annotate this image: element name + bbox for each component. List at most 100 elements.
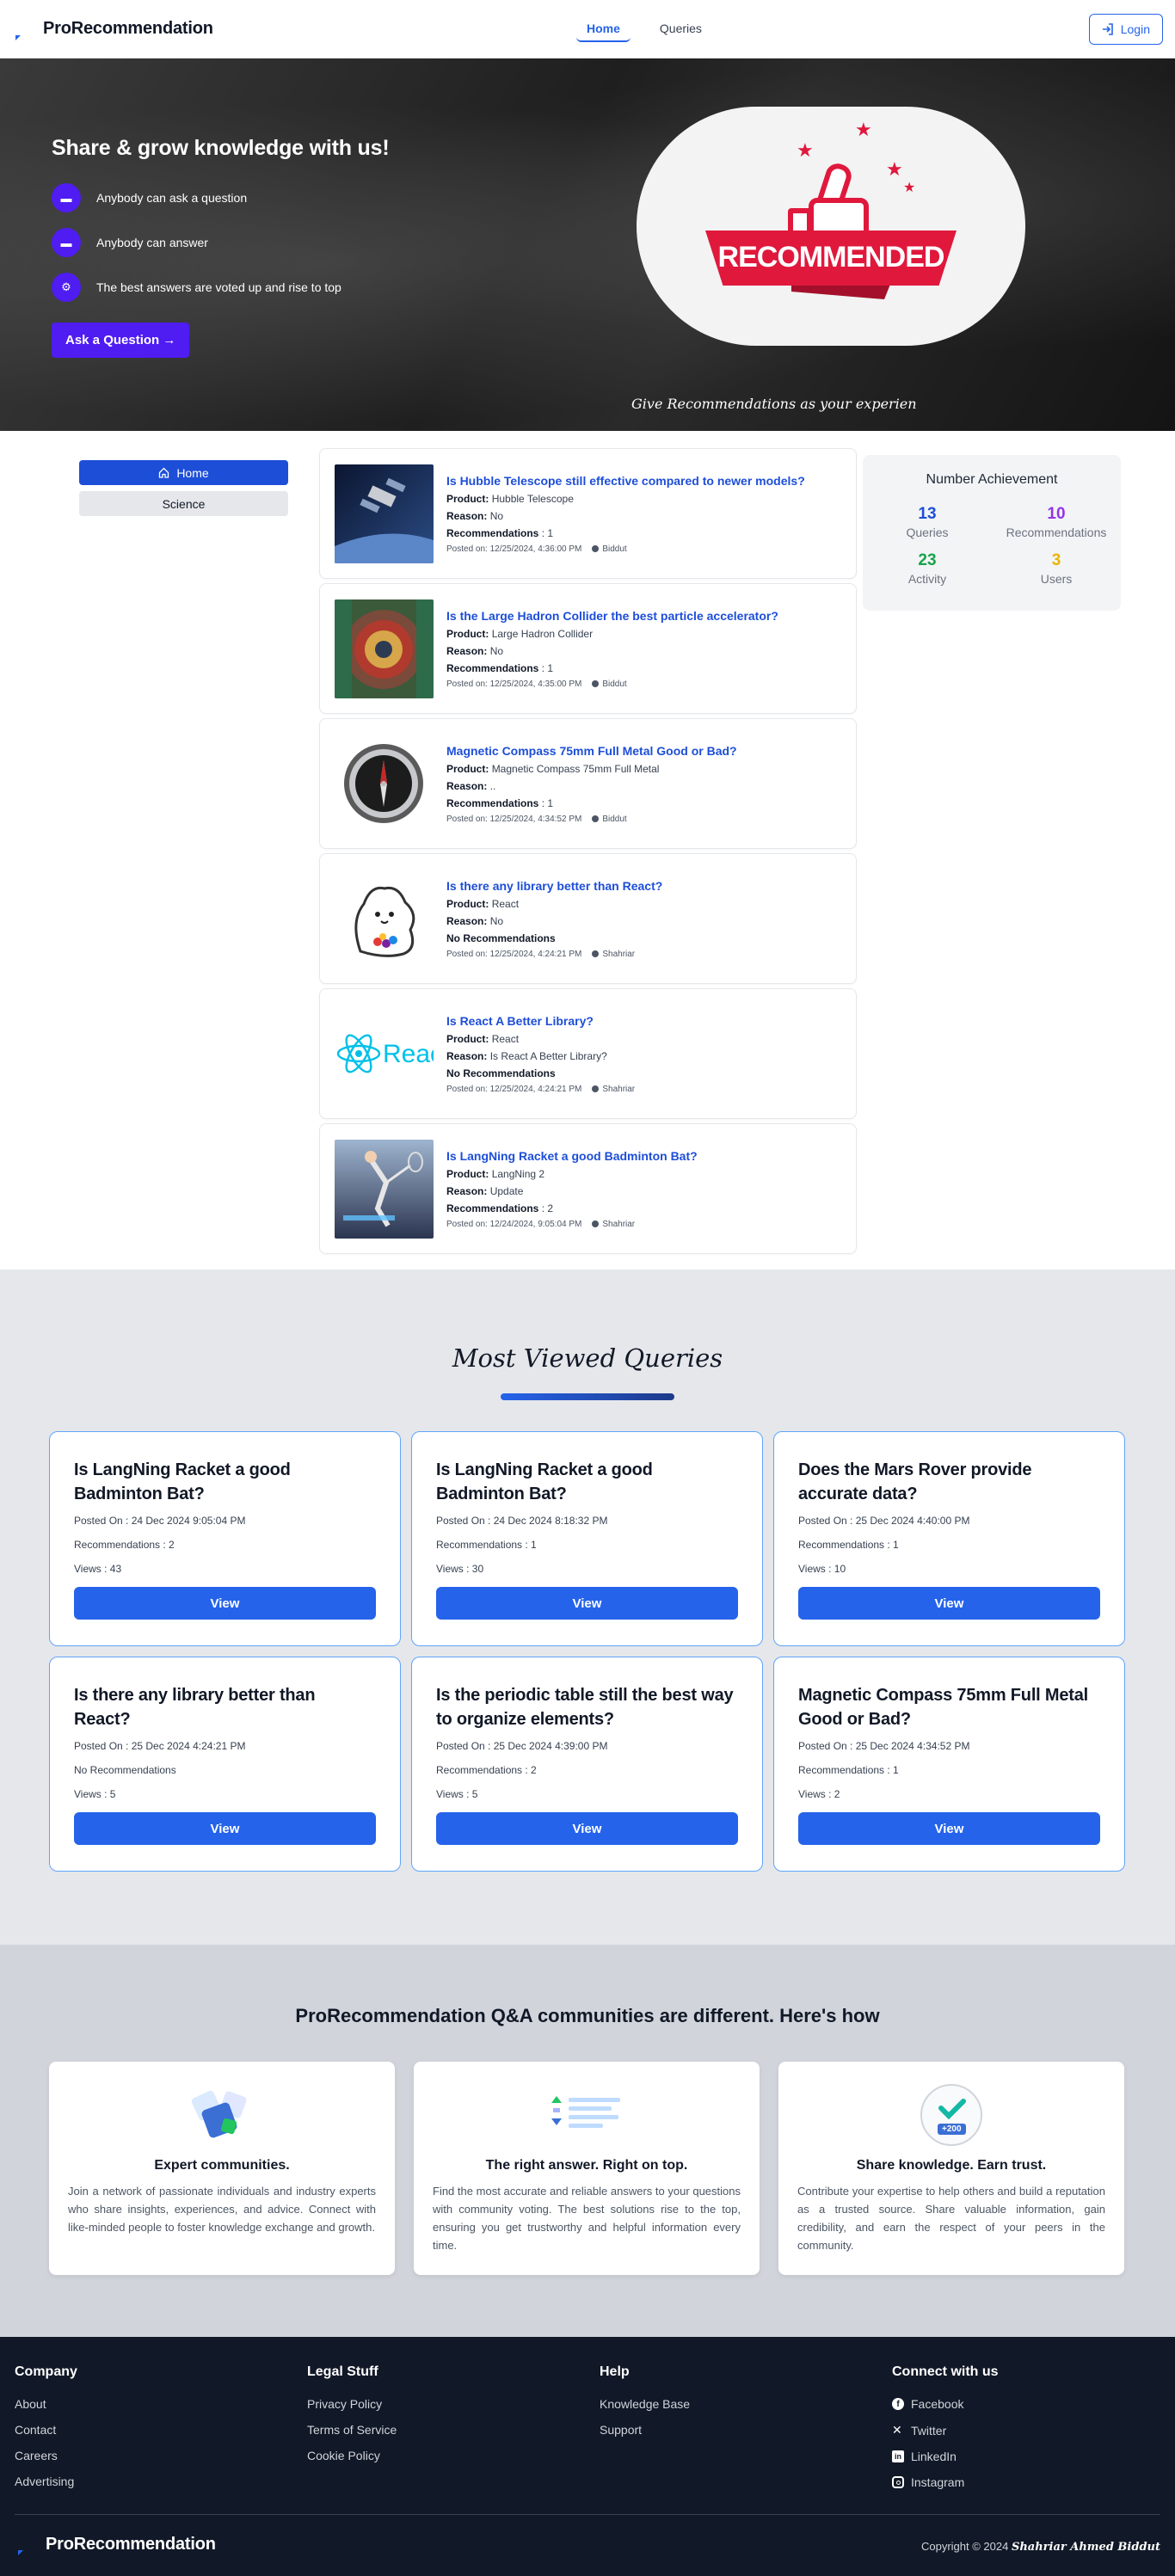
query-card[interactable]: Is LangNing Racket a good Badminton Bat?… [319, 1123, 857, 1254]
login-icon [1102, 22, 1113, 35]
stat-value: 3 [1051, 551, 1061, 569]
card-title: Is LangNing Racket a good Badminton Bat? [436, 1460, 653, 1503]
card-recs: Recommendations : 2 [436, 1764, 537, 1776]
query-card[interactable]: Magnetic Compass 75mm Full Metal Good or… [319, 718, 857, 849]
product-value: React [491, 897, 520, 910]
post-meta: Posted on: 12/25/2024, 4:35:00 PM Biddut [446, 679, 778, 689]
community-heading: Expert communities. [154, 2158, 290, 2173]
post-meta: Posted on: 12/24/2024, 9:05:04 PM Shahria… [446, 1220, 698, 1229]
footer-link-linkedin[interactable]: in LinkedIn [892, 2450, 999, 2463]
reason-line: Reason: Is React A Better Library? [446, 1050, 635, 1062]
card-title: Is LangNing Racket a good Badminton Bat? [74, 1460, 291, 1503]
view-button[interactable]: View [436, 1812, 738, 1845]
query-title[interactable]: Is React A Better Library? [446, 1014, 635, 1028]
query-card[interactable]: Is Hubble Telescope still effective comp… [319, 448, 857, 579]
nav-queries-link[interactable]: Queries [649, 16, 712, 42]
vote-icon [433, 2081, 741, 2149]
footer-link-advertising[interactable]: Advertising [15, 2475, 77, 2488]
footer-brand[interactable]: ProRecommendation [15, 2533, 216, 2555]
reason-label: Reason: [446, 644, 488, 657]
community-card: The right answer. Right on top. Find the… [414, 2062, 760, 2275]
recs-value: : 1 [541, 796, 554, 809]
footer-link-privacy[interactable]: Privacy Policy [307, 2397, 397, 2411]
hero-feature-text: The best answers are voted up and rise t… [96, 280, 341, 294]
reason-value: Update [489, 1184, 524, 1197]
post-meta: Posted on: 12/25/2024, 4:34:52 PM Biddut [446, 815, 737, 824]
author-name: Biddut [602, 544, 627, 554]
posted-date: Posted on: 12/25/2024, 4:34:52 PM [446, 814, 582, 824]
footer-link-about[interactable]: About [15, 2397, 77, 2411]
footer-link-terms[interactable]: Terms of Service [307, 2423, 397, 2437]
view-button[interactable]: View [74, 1812, 376, 1845]
recs-line: Recommendations : 1 [446, 527, 805, 539]
card-recs: Recommendations : 1 [798, 1764, 899, 1776]
link-label: Twitter [911, 2423, 947, 2438]
reason-value: No [489, 644, 504, 657]
view-button[interactable]: View [74, 1587, 376, 1620]
reason-line: Reason: Update [446, 1185, 698, 1197]
reason-value: Is React A Better Library? [489, 1049, 607, 1062]
reason-label: Reason: [446, 1049, 488, 1062]
footer-link-instagram[interactable]: Instagram [892, 2475, 999, 2489]
query-card[interactable]: Is the Large Hadron Collider the best pa… [319, 583, 857, 714]
card-posted: Posted On : 25 Dec 2024 4:24:21 PM [74, 1740, 246, 1752]
login-button[interactable]: Login [1088, 13, 1163, 45]
view-button[interactable]: View [436, 1587, 738, 1620]
nav-home-link[interactable]: Home [576, 16, 631, 42]
product-label: Product: [446, 1032, 489, 1045]
community-heading: Share knowledge. Earn trust. [856, 2158, 1047, 2173]
recs-value: : 1 [541, 526, 554, 539]
most-viewed-card: Magnetic Compass 75mm Full Metal Good or… [773, 1657, 1125, 1872]
query-title[interactable]: Magnetic Compass 75mm Full Metal Good or… [446, 744, 737, 758]
hero-feature: ⚙ The best answers are voted up and rise… [52, 273, 389, 302]
footer-link-cookies[interactable]: Cookie Policy [307, 2449, 397, 2462]
card-posted: Posted On : 24 Dec 2024 9:05:04 PM [74, 1515, 246, 1527]
stat-value: 13 [918, 505, 937, 523]
card-views: Views : 30 [436, 1563, 484, 1575]
footer-link-facebook[interactable]: f Facebook [892, 2397, 999, 2411]
stat-label: Users [1040, 572, 1073, 586]
footer-link-knowledge-base[interactable]: Knowledge Base [600, 2397, 690, 2411]
reason-line: Reason: No [446, 510, 805, 522]
card-recs: Recommendations : 1 [798, 1539, 899, 1551]
sidebar-item-science[interactable]: Science [79, 491, 288, 516]
stat-value: 10 [1047, 505, 1066, 523]
query-title[interactable]: Is Hubble Telescope still effective comp… [446, 474, 805, 488]
card-recs: Recommendations : 1 [436, 1539, 537, 1551]
recs-label: Recommendations [446, 526, 539, 539]
footer-link-support[interactable]: Support [600, 2423, 690, 2437]
card-views: Views : 5 [74, 1788, 116, 1800]
reason-label: Reason: [446, 509, 488, 522]
sidebar-item-label: Science [162, 496, 206, 511]
user-icon [592, 1085, 600, 1092]
footer-link-twitter[interactable]: ✕ Twitter [892, 2423, 999, 2438]
card-posted: Posted On : 25 Dec 2024 4:34:52 PM [798, 1740, 970, 1752]
ask-question-button[interactable]: Ask a Question → [52, 323, 190, 358]
footer-legal: Legal Stuff Privacy Policy Terms of Serv… [307, 2364, 397, 2475]
navbar: ProRecommendation Home Queries Login [0, 0, 1175, 58]
view-button[interactable]: View [798, 1587, 1100, 1620]
query-card[interactable]: Is there any library better than React? … [319, 853, 857, 984]
query-title[interactable]: Is there any library better than React? [446, 879, 662, 893]
product-value: LangNing 2 [491, 1167, 545, 1180]
sidebar-item-home[interactable]: Home [79, 460, 288, 485]
post-meta: Posted on: 12/25/2024, 4:24:21 PM Shahria… [446, 950, 662, 959]
reason-value: No [489, 509, 504, 522]
query-title[interactable]: Is LangNing Racket a good Badminton Bat? [446, 1149, 698, 1163]
view-button[interactable]: View [798, 1812, 1100, 1845]
most-viewed-section: Most Viewed Queries Is LangNing Racket a… [0, 1270, 1175, 1945]
recs-label: No Recommendations [446, 1067, 556, 1079]
query-card[interactable]: React Is React A Better Library? Product… [319, 988, 857, 1119]
brand-logo[interactable]: ProRecommendation [12, 18, 213, 40]
footer-link-careers[interactable]: Careers [15, 2449, 77, 2462]
card-recs: Recommendations : 2 [74, 1539, 175, 1551]
brand-name: ProRecommendation [43, 19, 213, 38]
footer-heading: Help [600, 2364, 630, 2379]
footer-link-contact[interactable]: Contact [15, 2423, 77, 2437]
product-line: Product: Hubble Telescope [446, 493, 805, 505]
posted-date: Posted on: 12/24/2024, 9:05:04 PM [446, 1219, 582, 1229]
communities-section: ProRecommendation Q&A communities are di… [0, 1945, 1175, 2337]
recommended-badge: ★ ★ ★ ★ RECOMMENDED [637, 107, 1025, 346]
query-title[interactable]: Is the Large Hadron Collider the best pa… [446, 609, 778, 623]
posted-date: Posted on: 12/25/2024, 4:36:00 PM [446, 544, 582, 554]
